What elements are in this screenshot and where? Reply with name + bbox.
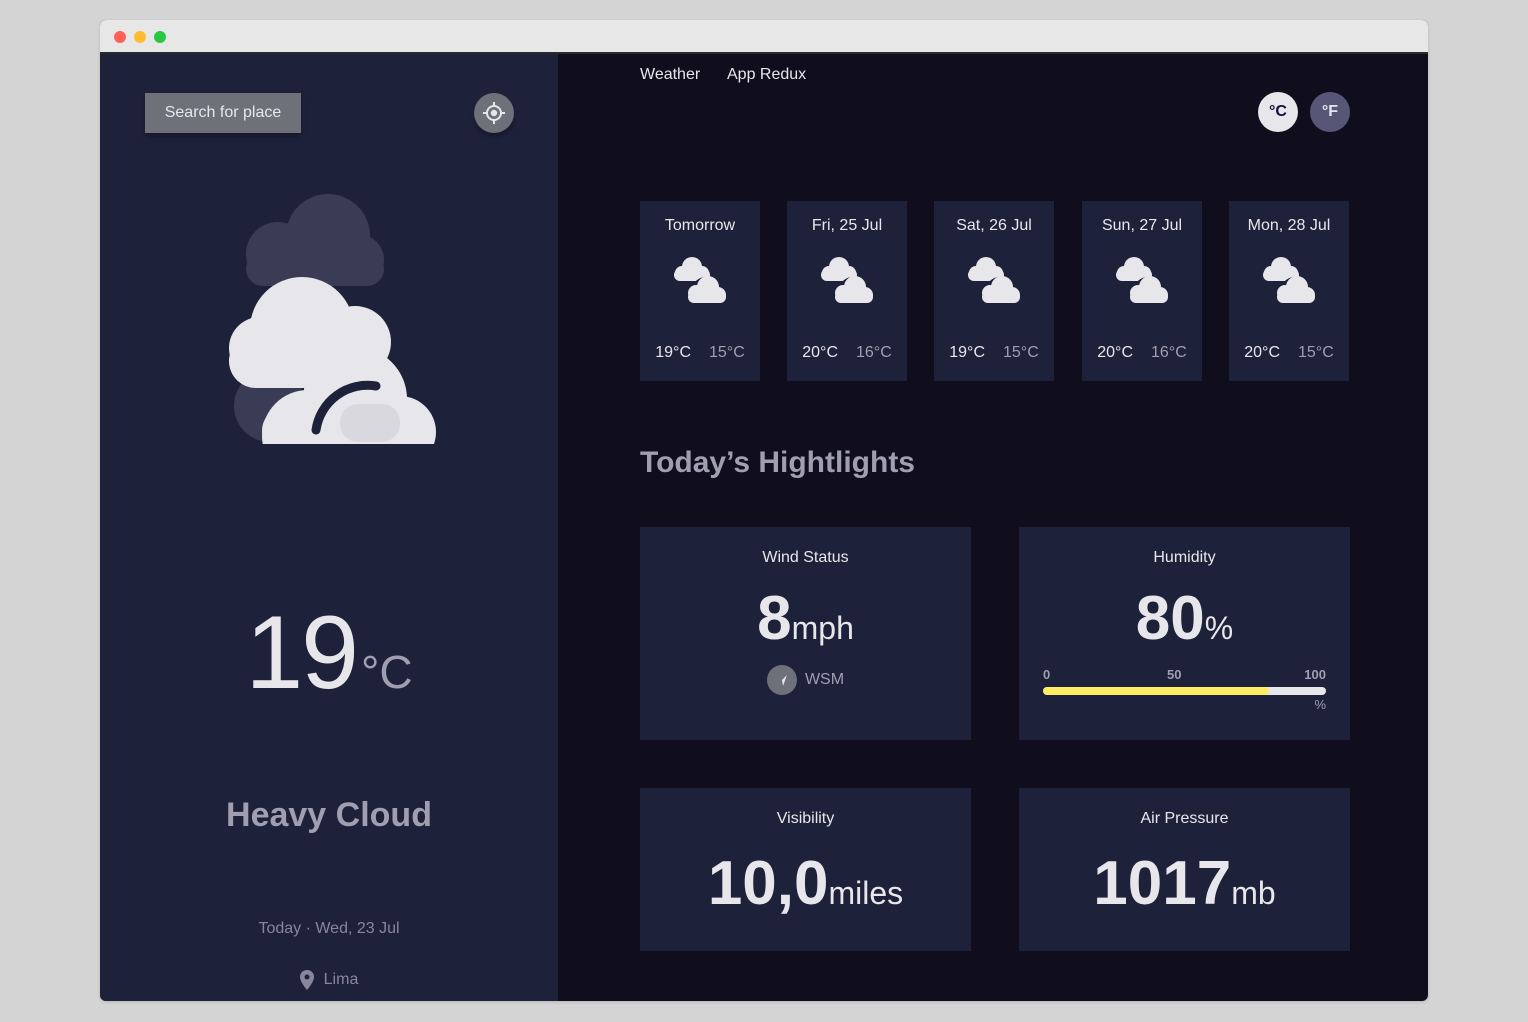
visibility-number: 10,0 bbox=[707, 849, 829, 918]
humidity-number: 80 bbox=[1135, 584, 1205, 653]
forecast-card: Tomorrow 19°C 15°C bbox=[640, 201, 760, 381]
location-name: Lima bbox=[323, 971, 359, 988]
wind-speed: 8 bbox=[757, 584, 792, 653]
forecast-day: Mon, 28 Jul bbox=[1247, 217, 1331, 234]
forecast-min: 15°C bbox=[709, 344, 745, 361]
air-pressure-value: 1017mb bbox=[1019, 848, 1350, 919]
celsius-toggle[interactable]: °C bbox=[1258, 92, 1298, 132]
current-temperature-value: 19 bbox=[245, 595, 359, 711]
fahrenheit-toggle[interactable]: °F bbox=[1310, 92, 1350, 132]
humidity-scale: 0 50 100 bbox=[1043, 667, 1326, 683]
search-place-button[interactable]: Search for place bbox=[145, 93, 301, 133]
forecast-day: Tomorrow bbox=[664, 217, 736, 234]
wind-status-card: Wind Status 8mph WSM bbox=[640, 527, 971, 740]
heavy-cloud-icon bbox=[968, 257, 1020, 303]
humidity-progress-fill bbox=[1043, 687, 1270, 695]
air-pressure-card: Air Pressure 1017mb bbox=[1019, 788, 1350, 951]
forecast-max: 20°C bbox=[1244, 344, 1280, 361]
forecast-min: 15°C bbox=[1003, 344, 1039, 361]
nav-link-weather[interactable]: Weather bbox=[640, 66, 700, 84]
forecast-day: Sat, 26 Jul bbox=[956, 217, 1032, 234]
wind-status-value: 8mph bbox=[640, 583, 971, 654]
wind-direction-icon bbox=[766, 665, 797, 695]
wind-direction: WSM bbox=[640, 665, 971, 695]
forecast-max: 19°C bbox=[949, 344, 985, 361]
visibility-unit: miles bbox=[828, 875, 904, 911]
humidity-card: Humidity 80% 0 50 100 % bbox=[1019, 527, 1350, 740]
air-pressure-label: Air Pressure bbox=[1140, 810, 1229, 827]
minimize-window-button[interactable] bbox=[134, 31, 146, 43]
visibility-value: 10,0miles bbox=[640, 848, 971, 919]
heavy-cloud-icon bbox=[229, 194, 436, 444]
today-sidebar: Search for place 19°C Heavy Cloud Today … bbox=[100, 54, 558, 1001]
forecast-day: Sun, 27 Jul bbox=[1101, 217, 1183, 234]
humidity-scale-min: 0 bbox=[1043, 667, 1051, 682]
app-window: Search for place 19°C Heavy Cloud Today … bbox=[100, 20, 1428, 1001]
visibility-label: Visibility bbox=[776, 810, 835, 827]
forecast-max: 20°C bbox=[1097, 344, 1133, 361]
main-panel: Weather App Redux °C °F Tomorrow 19°C 15°… bbox=[558, 54, 1428, 1001]
humidity-label: Humidity bbox=[1153, 549, 1216, 566]
humidity-scale-max: 100 bbox=[1304, 667, 1326, 682]
forecast-day: Fri, 25 Jul bbox=[811, 217, 883, 234]
highlights-title: Today’s Hightlights bbox=[640, 446, 915, 479]
current-date: Today · Wed, 23 Jul bbox=[258, 920, 400, 937]
current-location: Lima bbox=[100, 970, 558, 990]
humidity-progress-bar bbox=[1043, 687, 1326, 695]
weather-condition: Heavy Cloud bbox=[226, 796, 432, 834]
forecast-card: Sat, 26 Jul 19°C 15°C bbox=[934, 201, 1054, 381]
air-pressure-unit: mb bbox=[1231, 875, 1276, 911]
heavy-cloud-icon bbox=[1116, 257, 1168, 303]
nav-link-app-redux[interactable]: App Redux bbox=[727, 66, 806, 84]
visibility-card: Visibility 10,0miles bbox=[640, 788, 971, 951]
forecast-card: Fri, 25 Jul 20°C 16°C bbox=[787, 201, 907, 381]
wind-direction-label: WSM bbox=[804, 671, 845, 688]
window-titlebar bbox=[100, 20, 1428, 54]
wind-status-label: Wind Status bbox=[762, 549, 849, 566]
forecast-min: 16°C bbox=[1151, 344, 1187, 361]
humidity-scale-unit: % bbox=[1314, 697, 1326, 712]
heavy-cloud-icon bbox=[674, 257, 726, 303]
wind-unit: mph bbox=[791, 610, 854, 646]
heavy-cloud-icon bbox=[1263, 257, 1315, 303]
forecast-max: 19°C bbox=[655, 344, 691, 361]
maximize-window-button[interactable] bbox=[154, 31, 166, 43]
forecast-min: 15°C bbox=[1298, 344, 1334, 361]
humidity-unit: % bbox=[1204, 610, 1234, 646]
close-window-button[interactable] bbox=[114, 31, 126, 43]
current-temperature: 19°C bbox=[100, 594, 558, 713]
air-pressure-number: 1017 bbox=[1093, 849, 1232, 918]
forecast-max: 20°C bbox=[802, 344, 838, 361]
forecast-min: 16°C bbox=[856, 344, 892, 361]
heavy-cloud-icon bbox=[821, 257, 873, 303]
gps-target-icon bbox=[483, 102, 505, 124]
location-pin-icon bbox=[299, 970, 314, 990]
current-temperature-unit: °C bbox=[361, 646, 413, 698]
humidity-scale-mid: 50 bbox=[1167, 667, 1182, 682]
current-location-button[interactable] bbox=[474, 93, 514, 133]
forecast-card: Mon, 28 Jul 20°C 15°C bbox=[1229, 201, 1349, 381]
humidity-value: 80% bbox=[1019, 583, 1350, 654]
forecast-card: Sun, 27 Jul 20°C 16°C bbox=[1082, 201, 1202, 381]
